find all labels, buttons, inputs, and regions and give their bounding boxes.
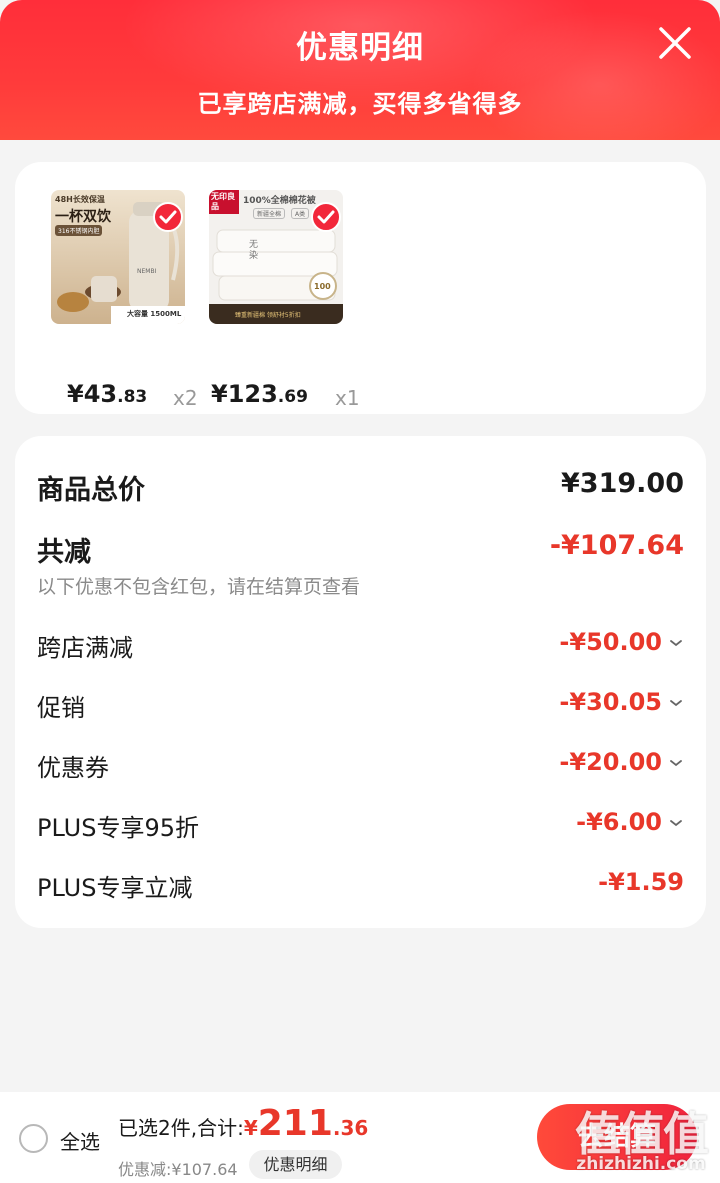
thermos-capacity: 大容量 1500ML	[127, 310, 182, 318]
discount-item-value: -¥50.00	[559, 628, 684, 656]
thermos-tagline: 48H长效保温	[55, 195, 105, 204]
selected-check-icon[interactable]	[153, 202, 183, 232]
watermark-url: zhizhizhi.com	[576, 1154, 706, 1174]
selected-check-icon[interactable]	[311, 202, 341, 232]
quilt-badge: 100	[314, 282, 331, 291]
price-integer: ¥43	[67, 380, 118, 408]
select-all-label[interactable]: 全选	[60, 1126, 100, 1155]
discount-item-label: PLUS专享95折	[37, 814, 199, 842]
product-image[interactable]: 无印良品 100%全棉棉花被 新疆全棉 A类 无染 100 臻重新疆棉 领舒衬5…	[209, 190, 343, 324]
total-price-value: ¥319.00	[561, 468, 684, 499]
discount-item-label: 促销	[37, 694, 85, 722]
discount-item-value: -¥6.00	[576, 808, 684, 836]
quilt-tag: A类	[291, 208, 310, 219]
discount-item-label: PLUS专享立减	[37, 874, 193, 902]
chevron-down-icon[interactable]	[668, 698, 684, 708]
discount-summary-text: 优惠减:¥107.64	[118, 1160, 238, 1179]
close-icon[interactable]	[656, 24, 694, 62]
discount-item-row[interactable]: PLUS专享95折 -¥6.00	[37, 808, 684, 848]
total-discount-row: 共减 -¥107.64	[37, 530, 684, 570]
quilt-side-text: 无染	[249, 240, 259, 261]
select-all-radio[interactable]	[19, 1124, 48, 1153]
selection-total: 已选2件,合计: ¥ 211 .36	[118, 1106, 368, 1142]
product-image[interactable]: 48H长效保温 一杯双饮 316不锈钢内胆 NEMBI 大容量 1500ML	[51, 190, 185, 324]
product-quantity: x1	[335, 386, 360, 410]
product-quantity: x2	[173, 386, 198, 410]
discount-item-row[interactable]: 跨店满减 -¥50.00	[37, 628, 684, 668]
chevron-down-icon[interactable]	[668, 758, 684, 768]
selected-products-card: 48H长效保温 一杯双饮 316不锈钢内胆 NEMBI 大容量 1500ML ¥…	[15, 162, 706, 414]
discount-item-value: -¥30.05	[559, 688, 684, 716]
page-title: 优惠明细	[296, 30, 424, 66]
total-price-label: 商品总价	[37, 475, 145, 506]
discount-item-row[interactable]: 优惠券 -¥20.00	[37, 748, 684, 788]
discount-amount: -¥30.05	[559, 688, 662, 716]
quilt-tag: 新疆全棉	[253, 208, 286, 219]
thermos-tag: 316不锈钢内胆	[55, 225, 103, 236]
chevron-down-icon[interactable]	[668, 638, 684, 648]
discount-item-label: 跨店满减	[37, 634, 133, 662]
discount-item-label: 优惠券	[37, 754, 109, 782]
price-breakdown-card: 商品总价 ¥319.00 共减 -¥107.64 以下优惠不包含红包，请在结算页…	[15, 436, 706, 928]
detail-header: 优惠明细 已享跨店满减，买得多省得多	[0, 0, 720, 140]
total-discount-value: -¥107.64	[549, 530, 684, 561]
discount-item-value: -¥20.00	[559, 748, 684, 776]
price-decimal: .83	[117, 387, 148, 407]
thermos-headline: 一杯双饮	[55, 209, 111, 225]
thermos-brand: NEMBI	[137, 268, 157, 275]
discount-detail-button[interactable]: 优惠明细	[249, 1150, 342, 1179]
discount-amount: -¥6.00	[576, 808, 662, 836]
price-integer: ¥123	[211, 380, 278, 408]
discount-note: 以下优惠不包含红包，请在结算页查看	[37, 576, 361, 598]
page-subtitle: 已享跨店满减，买得多省得多	[197, 90, 523, 118]
discount-amount: -¥50.00	[559, 628, 662, 656]
discount-item-value: -¥1.59	[598, 868, 684, 896]
discount-item-row: PLUS专享立减 -¥1.59	[37, 868, 684, 908]
quilt-headline: 100%全棉棉花被	[243, 196, 316, 206]
price-decimal: .69	[277, 387, 308, 407]
chevron-down-icon[interactable]	[668, 818, 684, 828]
discount-item-row[interactable]: 促销 -¥30.05	[37, 688, 684, 728]
quilt-banner: 臻重新疆棉 领舒衬5折扣	[235, 312, 301, 319]
selected-count-text: 已选2件,合计:	[118, 1116, 244, 1140]
quilt-brand: 无印良品	[211, 192, 235, 211]
total-price-row: 商品总价 ¥319.00	[37, 468, 684, 508]
total-currency: ¥	[243, 1116, 258, 1140]
total-discount-label: 共减	[37, 537, 91, 568]
total-decimal: .36	[332, 1116, 369, 1140]
discount-amount: -¥20.00	[559, 748, 662, 776]
total-integer: 211	[257, 1103, 333, 1144]
site-watermark: 值值值 zhizhizhi.com	[566, 1098, 716, 1182]
